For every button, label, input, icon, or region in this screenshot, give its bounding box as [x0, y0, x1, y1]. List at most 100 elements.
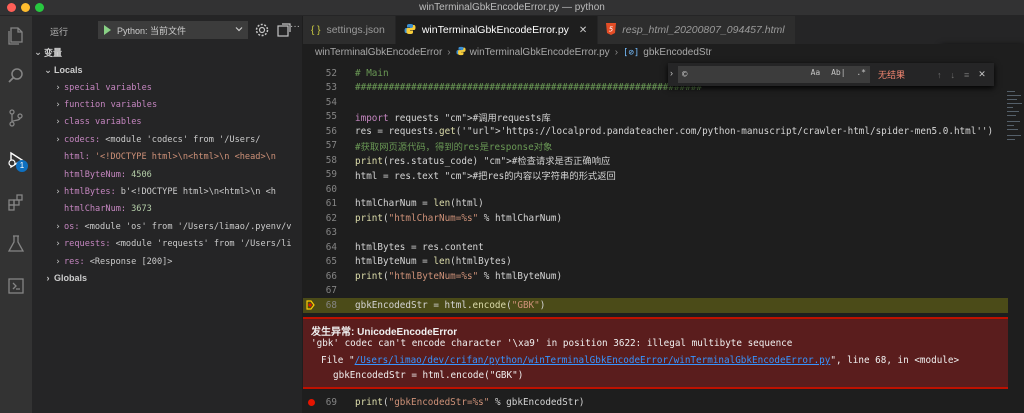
source-control-icon[interactable] [0, 102, 32, 134]
remote-explorer-icon[interactable] [0, 270, 32, 302]
variable-name: htmlBytes: [64, 186, 116, 197]
search-icon[interactable] [0, 60, 32, 92]
gear-icon[interactable] [254, 22, 270, 38]
current-line-arrow-icon [306, 300, 315, 310]
code-line[interactable]: 60 [303, 182, 1008, 197]
code-text: html = res.text "cm">#把res的内容以字符串的形式返回 [355, 170, 616, 182]
code-line[interactable]: 66 print("htmlByteNum=%s" % htmlByteNum) [303, 269, 1008, 284]
code-line[interactable]: 61 htmlCharNum = len(html) [303, 197, 1008, 212]
chevron-right-icon[interactable]: › [52, 239, 64, 249]
debug-config-label: Python: 当前文件 [117, 25, 187, 36]
line-number: 67 [325, 285, 337, 297]
variable-row[interactable]: › requests: <module 'requests' from '/User… [32, 236, 303, 253]
chevron-right-icon[interactable]: › [52, 135, 64, 145]
code-text: gbkEncodedStr = html.encode("GBK") [355, 299, 546, 311]
code-line[interactable]: 64 htmlBytes = res.content [303, 240, 1008, 255]
debug-config-select[interactable]: Python: 当前文件 [98, 21, 248, 39]
code-line[interactable]: 55 import requests "cm">#调用requests库 [303, 110, 1008, 125]
chevron-right-icon[interactable]: › [52, 117, 64, 127]
breadcrumb-file[interactable]: winTerminalGbkEncodeError.py [470, 47, 610, 58]
testing-icon[interactable] [0, 228, 32, 260]
breadcrumb-folder[interactable]: winTerminalGbkEncodeError [315, 47, 442, 58]
variable-row[interactable]: htmlCharNum: 3673 [32, 201, 303, 218]
variable-row[interactable]: htmlByteNum: 4506 [32, 166, 303, 183]
extensions-icon[interactable] [0, 186, 32, 218]
variable-row[interactable]: › os: <module 'os' from '/Users/limao/.pye… [32, 218, 303, 235]
variable-row[interactable]: › class variables [32, 114, 303, 131]
variable-value: b'<!DOCTYPE html>\n<html>\n <h [120, 186, 276, 197]
minimap[interactable] [1005, 61, 1024, 181]
variable-value: 4506 [131, 169, 152, 180]
variable-row[interactable]: › function variables [32, 96, 303, 113]
breakpoint-icon[interactable] [308, 399, 315, 406]
close-tab-icon[interactable]: ✕ [579, 25, 587, 36]
exception-message: 'gbk' codec can't encode character '\xa9… [311, 338, 793, 349]
close-icon[interactable]: ✕ [978, 69, 986, 80]
chevron-right-icon[interactable]: › [52, 100, 64, 110]
code-line[interactable]: 54 [303, 95, 1008, 110]
use-regex-toggle[interactable]: .* [856, 68, 866, 77]
find-in-selection-icon[interactable]: ≡ [964, 70, 969, 80]
variables-section-header[interactable]: ⌄ 变量 [32, 44, 303, 60]
code-line[interactable]: 63 [303, 226, 1008, 241]
variable-row[interactable]: › special variables [32, 79, 303, 96]
code-line[interactable]: 57 #获取网页源代码，得到的res是response对象 [303, 139, 1008, 154]
chevron-right-icon[interactable]: › [52, 257, 64, 267]
breadcrumb-symbol[interactable]: gbkEncodedStr [643, 47, 711, 58]
debug-icon[interactable]: 1 [0, 144, 32, 176]
line-number: 66 [325, 270, 337, 282]
tab-win-terminal-gbk-py[interactable]: winTerminalGbkEncodeError.py ✕ [395, 16, 599, 44]
code-line[interactable]: 62 print("htmlCharNum=%s" % htmlCharNum) [303, 211, 1008, 226]
explorer-icon[interactable] [0, 20, 32, 52]
code-text: htmlCharNum = len(html) [355, 198, 484, 210]
code-text: print("htmlCharNum=%s" % htmlCharNum) [355, 212, 563, 224]
find-input[interactable]: © Aa Ab| .* [678, 66, 870, 83]
variable-name: html: [64, 152, 90, 163]
variable-row[interactable]: › htmlBytes: b'<!DOCTYPE html>\n<html>\n <… [32, 183, 303, 200]
code-line[interactable]: 59 html = res.text "cm">#把res的内容以字符串的形式返回 [303, 168, 1008, 183]
exception-title: 发生异常: UnicodeEncodeError [311, 327, 458, 338]
match-whole-word-toggle[interactable]: Ab| [831, 68, 845, 77]
code-editor[interactable]: 52 # Main 53 ##############################… [303, 61, 1024, 413]
arrow-up-icon[interactable]: ↑ [937, 70, 942, 80]
find-widget: › © Aa Ab| .* 无结果 ↑ ↓ ≡ ✕ [668, 63, 994, 86]
chevron-right-icon: › [46, 273, 50, 283]
code-line[interactable]: 67 [303, 284, 1008, 299]
variable-row[interactable]: html: '<!DOCTYPE html>\n<html>\n <head>\n [32, 149, 303, 166]
variable-row[interactable]: › res: <Response [200]> [32, 253, 303, 270]
line-number: 53 [325, 82, 337, 94]
code-line[interactable]: 65 htmlByteNum = len(htmlBytes) [303, 255, 1008, 270]
line-number: 56 [325, 125, 337, 137]
svg-text:5: 5 [609, 25, 614, 33]
chevron-down-icon: ⌄ [44, 64, 52, 75]
exception-file-link[interactable]: /Users/limao/dev/crifan/python/winTermin… [355, 355, 831, 366]
variable-name: requests: [64, 239, 111, 250]
chevron-right-icon[interactable]: › [670, 68, 673, 78]
line-number: 62 [325, 212, 337, 224]
code-text: print("gbkEncodedStr=%s" % gbkEncodedStr… [355, 396, 585, 408]
variable-value: <module 'codecs' from '/Users/ [105, 134, 261, 145]
tab-resp-html[interactable]: 5 resp_html_20200807_094457.html [598, 16, 796, 44]
tab-settings-json[interactable]: { } settings.json [303, 16, 396, 44]
globals-scope[interactable]: › Globals [32, 270, 303, 286]
variable-name: res: [64, 256, 85, 267]
arrow-down-icon[interactable]: ↓ [951, 70, 956, 80]
code-line[interactable]: 56 res = requests.get('"url">'https://loc… [303, 124, 1008, 139]
match-case-toggle[interactable]: Aa [811, 68, 821, 77]
line-number: 63 [325, 227, 337, 239]
variable-name: function variables [64, 99, 158, 110]
code-line[interactable]: 69 print("gbkEncodedStr=%s" % gbkEncodedS… [303, 395, 1008, 410]
variable-value: <module 'os' from '/Users/limao/.pyenv/v [84, 221, 292, 232]
code-line[interactable]: 68 gbkEncodedStr = html.encode("GBK") [303, 298, 1008, 313]
chevron-down-icon: ⌄ [34, 46, 42, 57]
code-line[interactable]: 58 print(res.status_code) "cm">#检查请求是否正确响… [303, 153, 1008, 168]
chevron-right-icon[interactable]: › [52, 222, 64, 232]
variable-row[interactable]: › codecs: <module 'codecs' from '/Users/ [32, 131, 303, 148]
variable-name: special variables [64, 82, 152, 93]
variable-name: htmlByteNum: [64, 169, 127, 180]
start-debugging-icon[interactable] [104, 25, 111, 35]
chevron-right-icon[interactable]: › [52, 83, 64, 93]
chevron-right-icon[interactable]: › [52, 187, 64, 197]
locals-scope[interactable]: ⌄ Locals [32, 62, 303, 78]
line-number: 61 [325, 198, 337, 210]
